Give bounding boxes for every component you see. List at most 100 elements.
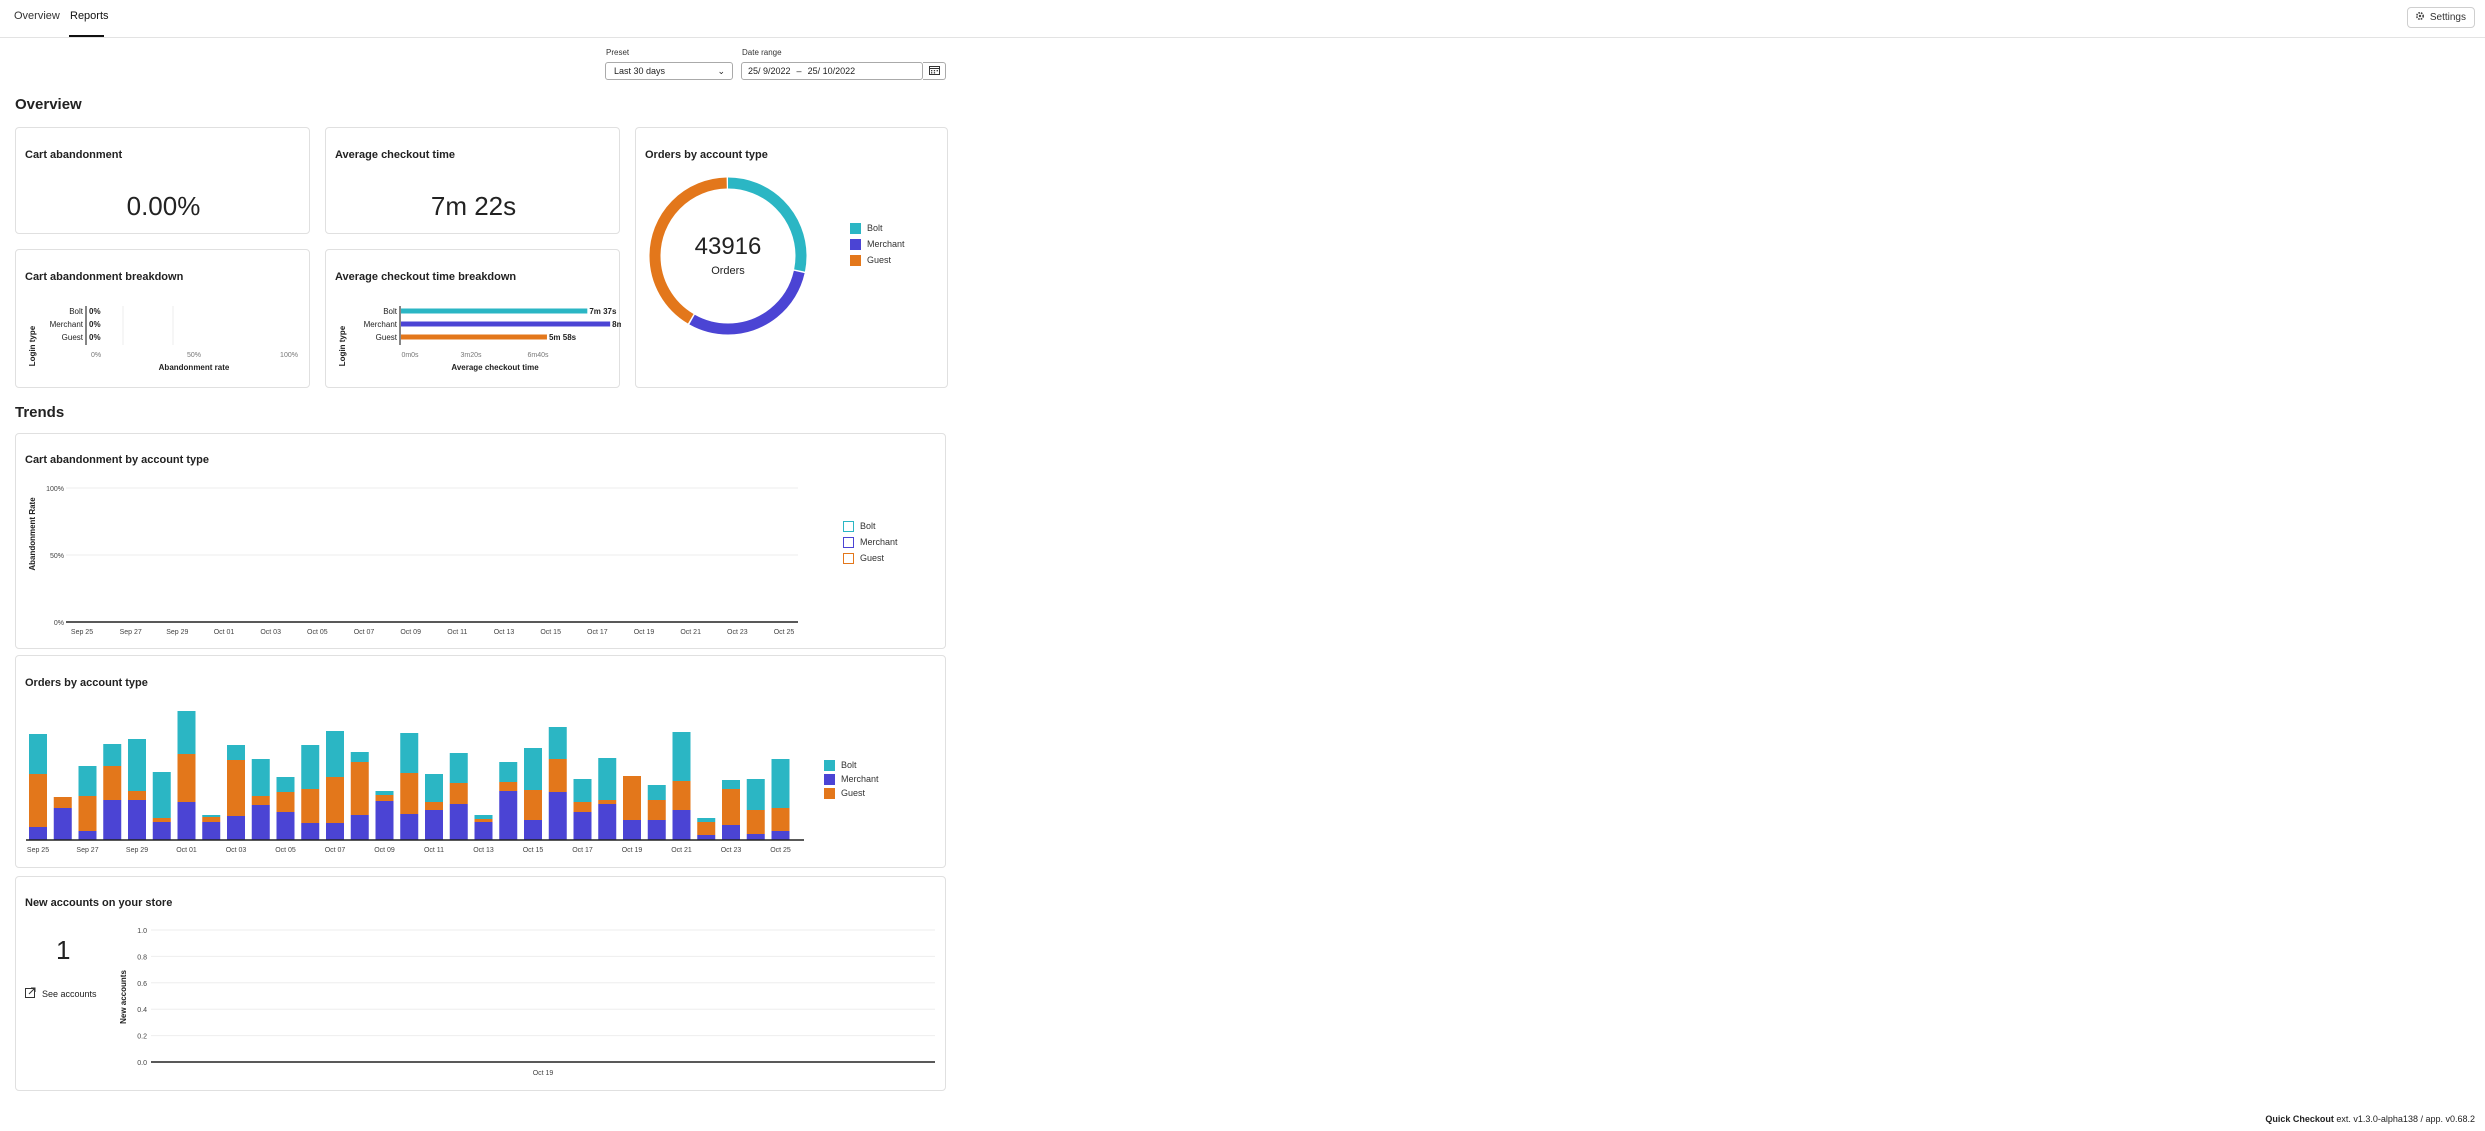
bar-guest[interactable] [672,781,691,810]
bar-guest[interactable] [623,776,641,820]
bar-merchant[interactable] [227,816,245,840]
bar-bolt[interactable] [499,762,518,782]
bar-merchant[interactable] [202,822,221,840]
bar-guest[interactable] [548,759,567,792]
bar-bolt[interactable] [573,779,592,802]
bar-guest[interactable] [326,777,344,823]
bar-bolt[interactable] [548,727,567,759]
bar-guest[interactable] [53,797,72,808]
bar-merchant[interactable] [722,825,740,840]
bar-guest[interactable] [103,766,122,800]
bar-guest[interactable] [227,760,245,816]
bar-bolt[interactable] [474,815,493,819]
bar-merchant[interactable] [672,810,691,840]
bar-merchant[interactable] [499,791,518,840]
bar-bolt[interactable] [672,732,691,781]
bar-guest[interactable] [524,790,542,820]
bar-bolt[interactable] [227,745,245,760]
bar-guest[interactable] [400,773,419,814]
bar-bolt[interactable] [251,759,270,796]
date-end[interactable]: 25/ 10/2022 [808,66,856,76]
bar-merchant[interactable] [401,321,611,327]
bar-guest[interactable] [771,808,790,831]
bar-bolt[interactable] [301,745,320,789]
bar-merchant[interactable] [375,801,394,840]
bar-guest[interactable] [375,795,394,801]
bar-guest[interactable] [573,802,592,812]
bar-merchant[interactable] [623,820,641,840]
bar-merchant[interactable] [548,792,567,840]
bar-bolt[interactable] [152,772,171,818]
bar-merchant[interactable] [474,822,493,840]
bar-bolt[interactable] [276,777,295,792]
bar-bolt[interactable] [449,753,468,783]
bar-bolt[interactable] [128,739,146,791]
bar-bolt[interactable] [177,711,196,754]
bar-guest[interactable] [128,791,146,800]
bar-guest[interactable] [449,783,468,804]
bar-merchant[interactable] [251,805,270,840]
bar-bolt[interactable] [722,780,740,789]
bar-bolt[interactable] [103,744,122,766]
bar-bolt[interactable] [401,308,588,314]
bar-merchant[interactable] [103,800,122,840]
preset-select[interactable]: Last 30 days ⌄ [605,62,733,80]
bar-guest[interactable] [647,800,666,820]
bar-bolt[interactable] [524,748,542,790]
bar-merchant[interactable] [573,812,592,840]
bar-merchant[interactable] [598,804,617,840]
bar-bolt[interactable] [598,758,617,800]
bar-bolt[interactable] [350,752,369,762]
bar-bolt[interactable] [375,791,394,795]
bar-bolt[interactable] [400,733,419,773]
settings-button[interactable]: Settings [2406,7,2475,28]
bar-merchant[interactable] [746,834,765,840]
bar-merchant[interactable] [647,820,666,840]
bar-bolt[interactable] [202,815,221,817]
bar-guest[interactable] [177,754,196,802]
bar-guest[interactable] [350,762,369,815]
bar-guest[interactable] [425,802,443,810]
date-range-input[interactable]: 25/ 9/2022 – 25/ 10/2022 [741,62,923,80]
bar-merchant[interactable] [53,808,72,840]
bar-merchant[interactable] [400,814,419,840]
bar-merchant[interactable] [524,820,542,840]
bar-guest[interactable] [29,774,47,827]
bar-guest[interactable] [722,789,740,825]
bar-guest[interactable] [598,800,617,804]
bar-merchant[interactable] [350,815,369,840]
tab-reports[interactable]: Reports [70,10,109,22]
bar-merchant[interactable] [128,800,146,840]
bar-merchant[interactable] [177,802,196,840]
bar-merchant[interactable] [301,823,320,840]
bar-guest[interactable] [78,796,97,831]
bar-guest[interactable] [276,792,295,812]
bar-merchant[interactable] [29,827,47,840]
bar-bolt[interactable] [647,785,666,800]
bar-bolt[interactable] [771,759,790,808]
bar-bolt[interactable] [78,766,97,796]
bar-bolt[interactable] [29,734,47,774]
bar-guest[interactable] [499,782,518,791]
bar-merchant[interactable] [326,823,344,840]
bar-guest[interactable] [301,789,320,823]
bar-bolt[interactable] [326,731,344,777]
bar-guest[interactable] [152,818,171,822]
bar-guest[interactable] [746,810,765,834]
bar-merchant[interactable] [152,822,171,840]
bar-guest[interactable] [251,796,270,805]
bar-guest[interactable] [697,822,716,835]
bar-merchant[interactable] [449,804,468,840]
bar-guest[interactable] [202,817,221,822]
bar-merchant[interactable] [771,831,790,840]
calendar-button[interactable] [923,62,946,80]
bar-guest[interactable] [401,334,547,340]
tab-overview[interactable]: Overview [14,10,60,22]
bar-bolt[interactable] [425,774,443,802]
bar-merchant[interactable] [276,812,295,840]
date-start[interactable]: 25/ 9/2022 [748,66,791,76]
bar-bolt[interactable] [697,818,716,822]
bar-bolt[interactable] [746,779,765,810]
bar-merchant[interactable] [425,810,443,840]
bar-guest[interactable] [474,819,493,822]
